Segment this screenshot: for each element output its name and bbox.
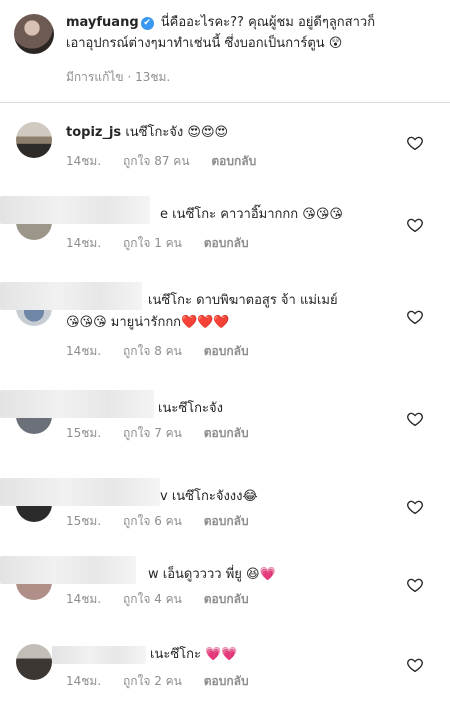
avatar[interactable] bbox=[16, 644, 52, 680]
like-count[interactable]: ถูกใจ 2 คน bbox=[123, 674, 182, 688]
like-count[interactable]: ถูกใจ 87 คน bbox=[123, 154, 190, 168]
comment-text: v เนซึโกะจังงง😂 bbox=[160, 486, 400, 508]
comment-time: 14ชม. bbox=[66, 344, 102, 358]
comment-text: topiz_js เนซึโกะจัง 😍😍😍 bbox=[66, 122, 406, 144]
username-tail: w bbox=[148, 567, 159, 582]
heart-icon[interactable] bbox=[406, 134, 424, 152]
comment-meta: 14ชม. ถูกใจ 87 คน ตอบกลับ bbox=[66, 152, 274, 171]
comment-meta: 14ชม. ถูกใจ 2 คน ตอบกลับ bbox=[66, 672, 267, 691]
heart-icon[interactable] bbox=[406, 576, 424, 594]
avatar[interactable] bbox=[16, 122, 52, 158]
comment-body: เนซึโกะจัง 😍😍😍 bbox=[125, 125, 229, 140]
comment-time: 15ชม. bbox=[66, 514, 102, 528]
list-item: w เอ็นดูวววว พี่ยู 😆💗 14ชม. ถูกใจ 4 คน ต… bbox=[0, 556, 450, 642]
heart-icon[interactable] bbox=[406, 498, 424, 516]
comment-body: เนซึโกะ คาวาอิ๊มากกก 😘😘😘 bbox=[172, 207, 343, 222]
avatar[interactable] bbox=[14, 14, 54, 54]
heart-icon[interactable] bbox=[406, 216, 424, 234]
comment-body: เนะซึโกะจัง bbox=[158, 401, 223, 416]
reply-button[interactable]: ตอบกลับ bbox=[211, 154, 256, 168]
heart-icon[interactable] bbox=[406, 410, 424, 428]
redacted-username bbox=[0, 556, 136, 584]
verified-badge-icon: ✔ bbox=[140, 17, 154, 30]
like-count[interactable]: ถูกใจ 8 คน bbox=[123, 344, 182, 358]
reply-button[interactable]: ตอบกลับ bbox=[204, 344, 249, 358]
list-item: เนซึโกะ ดาบพิฆาตอสูร จ้า แม่เมย์ 😘😘😘 มาย… bbox=[0, 282, 450, 368]
reply-button[interactable]: ตอบกลับ bbox=[204, 426, 249, 440]
comment-time: 14ชม. bbox=[66, 674, 102, 688]
caption-meta: มีการแก้ไข · 13ชม. bbox=[66, 70, 171, 84]
redacted-username bbox=[52, 646, 146, 664]
list-item: topiz_js เนซึโกะจัง 😍😍😍 14ชม. ถูกใจ 87 ค… bbox=[0, 122, 450, 200]
comment-meta: 15ชม. ถูกใจ 6 คน ตอบกลับ bbox=[66, 512, 267, 531]
comment-body: เนซึโกะจังงง😂 bbox=[171, 489, 258, 504]
redacted-username bbox=[0, 390, 154, 418]
comment-body: เอ็นดูวววว พี่ยู 😆💗 bbox=[162, 567, 276, 582]
comment-meta: 14ชม. ถูกใจ 1 คน ตอบกลับ bbox=[66, 234, 267, 253]
comment-text: e เนซึโกะ คาวาอิ๊มากกก 😘😘😘 bbox=[160, 204, 400, 226]
list-item: เนะซึโกะ 💗💗 14ชม. ถูกใจ 2 คน ตอบกลับ bbox=[0, 644, 450, 722]
like-count[interactable]: ถูกใจ 4 คน bbox=[123, 592, 182, 606]
username-tail: e bbox=[160, 207, 168, 222]
like-count[interactable]: ถูกใจ 6 คน bbox=[123, 514, 182, 528]
comment-username[interactable]: topiz_js bbox=[66, 125, 121, 140]
redacted-username bbox=[0, 282, 142, 310]
comment-meta: 15ชม. ถูกใจ 7 คน ตอบกลับ bbox=[66, 424, 267, 443]
caption-text: mayfuang ✔ นี่คืออะไรคะ?? คุณผู้ชม อยู่ดี… bbox=[66, 12, 438, 54]
divider bbox=[0, 102, 450, 103]
redacted-username bbox=[0, 478, 160, 506]
caption-time: 13ชม. bbox=[135, 70, 171, 84]
reply-button[interactable]: ตอบกลับ bbox=[204, 236, 249, 250]
list-item: v เนซึโกะจังงง😂 15ชม. ถูกใจ 6 คน ตอบกลับ bbox=[0, 478, 450, 564]
comment-body: เนะซึโกะ 💗💗 bbox=[150, 647, 238, 662]
comment-text: เนะซึโกะ 💗💗 bbox=[150, 644, 400, 666]
comment-text: เนซึโกะ ดาบพิฆาตอสูร จ้า แม่เมย์ bbox=[148, 290, 406, 312]
comment-time: 15ชม. bbox=[66, 426, 102, 440]
redacted-username bbox=[0, 196, 150, 224]
reply-button[interactable]: ตอบกลับ bbox=[204, 514, 249, 528]
comment-meta: 14ชม. ถูกใจ 4 คน ตอบกลับ bbox=[66, 590, 267, 609]
list-item: เนะซึโกะจัง 15ชม. ถูกใจ 7 คน ตอบกลับ bbox=[0, 390, 450, 476]
list-item: e เนซึโกะ คาวาอิ๊มากกก 😘😘😘 14ชม. ถูกใจ 1… bbox=[0, 196, 450, 282]
comment-meta: 14ชม. ถูกใจ 8 คน ตอบกลับ bbox=[66, 342, 267, 361]
reply-button[interactable]: ตอบกลับ bbox=[204, 592, 249, 606]
caption-line-1: นี่คืออะไรคะ?? คุณผู้ชม อยู่ดีๆลูกสาวก็ bbox=[160, 15, 376, 30]
comment-body: เนซึโกะ ดาบพิฆาตอสูร จ้า แม่เมย์ bbox=[148, 293, 338, 308]
comment-text: w เอ็นดูวววว พี่ยู 😆💗 bbox=[148, 564, 398, 586]
comment-time: 14ชม. bbox=[66, 154, 102, 168]
like-count[interactable]: ถูกใจ 1 คน bbox=[123, 236, 182, 250]
heart-icon[interactable] bbox=[406, 308, 424, 326]
edited-label: มีการแก้ไข bbox=[66, 70, 124, 84]
caption-line-2: เอาอุปกรณ์ต่างๆมาทำเช่นนี้ ซึ่งบอกเป็นกา… bbox=[66, 36, 343, 51]
like-count[interactable]: ถูกใจ 7 คน bbox=[123, 426, 182, 440]
comment-text: เนะซึโกะจัง bbox=[158, 398, 398, 420]
heart-icon[interactable] bbox=[406, 656, 424, 674]
comment-body-line-2: 😘😘😘 มายูน่ารักกก❤️❤️❤️ bbox=[66, 315, 230, 330]
post-caption: mayfuang ✔ นี่คืออะไรคะ?? คุณผู้ชม อยู่ดี… bbox=[0, 0, 450, 100]
comment-text-line-2: 😘😘😘 มายูน่ารักกก❤️❤️❤️ bbox=[66, 312, 406, 334]
reply-button[interactable]: ตอบกลับ bbox=[204, 674, 249, 688]
caption-username[interactable]: mayfuang bbox=[66, 15, 139, 30]
comment-time: 14ชม. bbox=[66, 236, 102, 250]
username-tail: v bbox=[160, 489, 168, 504]
comment-time: 14ชม. bbox=[66, 592, 102, 606]
